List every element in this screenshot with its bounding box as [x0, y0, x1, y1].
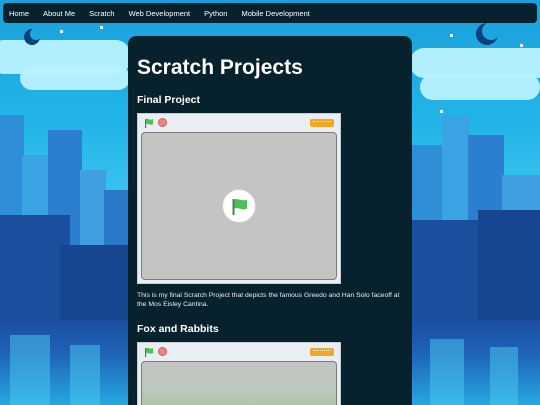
scratch-logo-icon[interactable]: [310, 348, 334, 356]
scratch-logo-icon[interactable]: [310, 119, 334, 127]
player-controls: [138, 343, 340, 361]
green-flag-icon[interactable]: [144, 118, 154, 128]
project-stage[interactable]: [141, 132, 337, 280]
scratch-player-fox-and-rabbits: [137, 342, 341, 405]
project-stage[interactable]: [141, 361, 337, 405]
green-flag-icon: [232, 198, 247, 215]
content-panel: Scratch Projects Final Project This is m…: [128, 36, 412, 405]
project-title-final-project: Final Project: [137, 94, 201, 106]
stop-icon[interactable]: [158, 347, 167, 356]
nav-link-home[interactable]: Home: [9, 9, 29, 18]
stop-icon[interactable]: [158, 118, 167, 127]
scratch-player-final-project: [137, 113, 341, 284]
nav-link-about-me[interactable]: About Me: [43, 9, 75, 18]
play-green-flag-button[interactable]: [222, 189, 256, 223]
player-controls: [138, 114, 340, 132]
nav-link-scratch[interactable]: Scratch: [89, 9, 114, 18]
project-description: This is my final Scratch Project that de…: [137, 292, 400, 308]
top-navigation: Home About Me Scratch Web Development Py…: [3, 3, 537, 23]
project-title-fox-and-rabbits: Fox and Rabbits: [137, 323, 219, 335]
page-title: Scratch Projects: [137, 56, 303, 79]
nav-link-mobile-development[interactable]: Mobile Development: [241, 9, 309, 18]
green-flag-icon[interactable]: [144, 347, 154, 357]
nav-link-python[interactable]: Python: [204, 9, 227, 18]
nav-link-web-development[interactable]: Web Development: [129, 9, 191, 18]
